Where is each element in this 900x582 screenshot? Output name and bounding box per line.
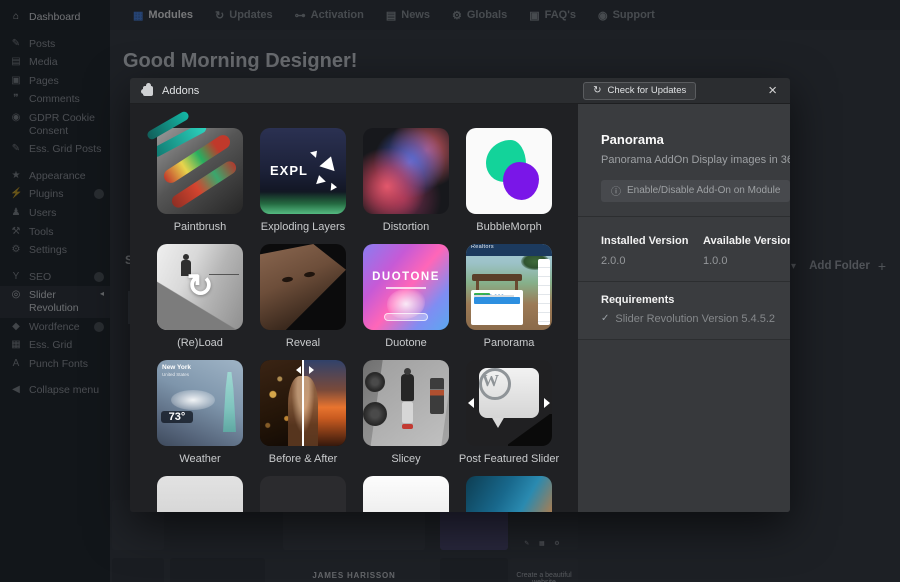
addons-grid: Paintbrush EXPL Exploding Layers Distort… [130,104,578,512]
addon-label: Post Featured Slider [449,453,569,465]
addon-tile-partial[interactable] [466,476,552,512]
addon-tile-weather[interactable]: New YorkUnited States 73° Weather [157,360,243,465]
weather-city: New York [162,364,191,371]
addon-tile-before-after[interactable]: Before & After [260,360,346,465]
addon-detail-panel: Panorama Panorama AddOn Display images i… [578,104,790,512]
addon-tile-exploding-layers[interactable]: EXPL Exploding Layers [260,128,346,233]
addon-tile-slicey[interactable]: Slicey [363,360,449,465]
installed-version-label: Installed Version [601,235,703,247]
next-arrow-icon [544,398,550,408]
checkmark-icon: ✓ [601,313,609,324]
puzzle-icon [143,86,153,96]
addon-label: Before & After [243,453,363,465]
installed-version-value: 2.0.0 [601,255,703,267]
addon-label: (Re)Load [140,337,260,349]
addon-tile-bubblemorph[interactable]: BubbleMorph [466,128,552,233]
available-version-block: Available Version 1.0.0 [703,235,790,267]
weather-country: United States [162,372,191,377]
close-icon[interactable]: × [768,83,777,98]
available-version-label: Available Version [703,235,790,247]
expl-text: EXPL [270,163,308,178]
addon-detail-description: Panorama AddOn Display images in 360° [601,153,790,168]
check-for-updates-label: Check for Updates [608,85,687,96]
duotone-thumbnail: DUOTONE [363,244,449,330]
weather-temp: 73° [161,411,193,423]
enable-disable-button[interactable]: ⓘ Enable/Disable Add-On on Module [601,180,790,202]
available-version-value: 1.0.0 [703,255,790,267]
partial-thumbnail [363,476,449,512]
addon-detail-title: Panorama [601,132,790,147]
refresh-icon: ↻ [593,85,601,96]
addon-label: Duotone [346,337,466,349]
addon-tile-paintbrush[interactable]: Paintbrush [157,128,243,233]
slicey-thumbnail [363,360,449,446]
addon-tile-partial[interactable] [363,476,449,512]
addons-modal: Addons ↻ Check for Updates × Paintbrush … [130,78,790,512]
partial-thumbnail [260,476,346,512]
modal-header: Addons ↻ Check for Updates × [130,78,790,104]
enable-disable-label: Enable/Disable Add-On on Module [627,185,780,196]
before-after-thumbnail [260,360,346,446]
addon-label: Reveal [243,337,363,349]
addon-tile-partial[interactable] [260,476,346,512]
reveal-thumbnail [260,244,346,330]
check-for-updates-button[interactable]: ↻ Check for Updates [583,82,696,100]
partial-thumbnail [466,476,552,512]
addon-tile-duotone[interactable]: DUOTONE Duotone [363,244,449,349]
addon-tile-post-featured-slider[interactable]: W Post Featured Slider [466,360,552,465]
requirement-item: ✓ Slider Revolution Version 5.4.5.2 [601,313,790,325]
exploding-layers-thumbnail: EXPL [260,128,346,214]
prev-arrow-icon [468,398,474,408]
addon-label: Exploding Layers [243,221,363,233]
paintbrush-thumbnail [157,128,243,214]
panorama-thumbnail: Realtors $3,250,000 [466,244,552,330]
addon-tile-reveal[interactable]: Reveal [260,244,346,349]
realtors-text: Realtors [471,244,494,250]
addon-tile-partial[interactable] [157,476,243,512]
addon-tile-distortion[interactable]: Distortion [363,128,449,233]
bubblemorph-thumbnail [466,128,552,214]
requirements-label: Requirements [601,294,790,306]
duotone-text: DUOTONE [363,271,449,283]
detail-empty-area [578,340,790,512]
addon-label: Slicey [346,453,466,465]
addon-label: Weather [140,453,260,465]
addon-tile-reload[interactable]: ↻ (Re)Load [157,244,243,349]
reload-thumbnail: ↻ [157,244,243,330]
addon-label: BubbleMorph [449,221,569,233]
reload-icon: ↻ [187,266,214,304]
addon-label: Paintbrush [140,221,260,233]
screen: ⌂Dashboard ✎Posts ▤Media ▣Pages ❞Comment… [0,0,900,582]
wordpress-logo: W [479,368,511,400]
weather-thumbnail: New YorkUnited States 73° [157,360,243,446]
post-featured-slider-thumbnail: W [466,360,552,446]
modal-title: Addons [162,85,199,97]
detail-info-section: Panorama Panorama AddOn Display images i… [578,104,790,216]
installed-version-block: Installed Version 2.0.0 [601,235,703,267]
partial-thumbnail [157,476,243,512]
addon-label: Panorama [449,337,569,349]
distortion-thumbnail [363,128,449,214]
info-icon: ⓘ [611,183,621,198]
addon-label: Distortion [346,221,466,233]
addon-tile-panorama[interactable]: Realtors $3,250,000 Panorama [466,244,552,349]
requirement-text: Slider Revolution Version 5.4.5.2 [615,313,775,325]
requirements-section: Requirements ✓ Slider Revolution Version… [578,282,790,339]
modal-body: Paintbrush EXPL Exploding Layers Distort… [130,104,790,512]
version-section: Installed Version 2.0.0 Available Versio… [578,217,790,281]
